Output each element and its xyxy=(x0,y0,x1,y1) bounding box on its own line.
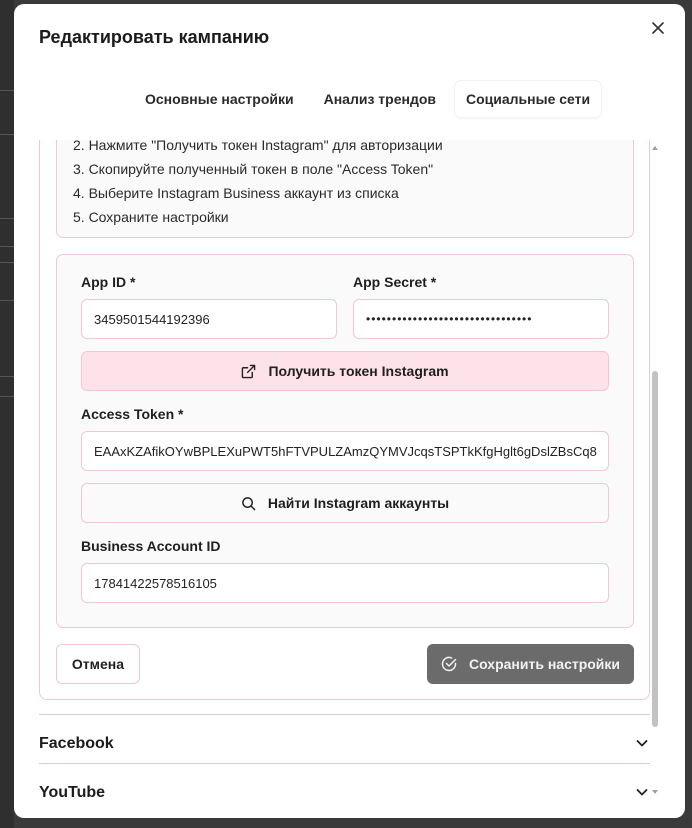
dialog-title: Редактировать кампанию xyxy=(39,27,270,47)
youtube-section-title: YouTube xyxy=(39,784,106,801)
find-instagram-accounts-button[interactable]: Найти Instagram аккаунты xyxy=(81,483,609,523)
business-account-id-label: Business Account ID xyxy=(81,538,221,554)
chevron-down-icon xyxy=(636,789,648,796)
scroll-down-arrow-icon[interactable] xyxy=(651,788,659,796)
instructions-box: 2. Нажмите "Получить токен Instagram" дл… xyxy=(56,140,634,238)
business-account-id-field[interactable]: 17841422578516105 xyxy=(81,563,609,603)
backdrop xyxy=(0,0,14,828)
credentials-form: App ID * 3459501544192396 App Secret * •… xyxy=(56,254,634,628)
save-label: Сохранить настройки xyxy=(468,656,621,672)
tab-social-networks[interactable]: Социальные сети xyxy=(455,81,602,117)
tab-bar: Основные настройки Анализ трендов Социал… xyxy=(134,81,602,117)
save-settings-button[interactable]: Сохранить настройки xyxy=(427,644,634,684)
search-icon xyxy=(241,496,256,510)
app-id-field[interactable]: 3459501544192396 xyxy=(81,299,337,339)
close-icon xyxy=(652,22,664,34)
instruction-step-3: 3. Скопируйте полученный токен в поле "A… xyxy=(73,161,434,177)
app-secret-field[interactable]: •••••••••••••••••••••••••••••••• xyxy=(353,299,609,339)
instruction-step-5: 5. Сохраните настройки xyxy=(73,209,229,225)
dialog-scroll-content[interactable]: 2. Нажмите "Получить токен Instagram" дл… xyxy=(14,140,685,810)
edit-campaign-dialog: Редактировать кампанию Основные настройк… xyxy=(14,4,685,818)
check-circle-icon xyxy=(441,656,457,672)
scroll-up-arrow-icon[interactable] xyxy=(651,144,659,152)
instruction-step-4: 4. Выберите Instagram Business аккаунт и… xyxy=(73,185,399,201)
youtube-accordion[interactable]: YouTube xyxy=(39,763,650,810)
get-token-label: Получить токен Instagram xyxy=(268,363,449,379)
cancel-button[interactable]: Отмена xyxy=(56,644,140,684)
instruction-step-2: 2. Нажмите "Получить токен Instagram" дл… xyxy=(73,140,443,153)
chevron-down-icon xyxy=(636,740,648,747)
facebook-accordion[interactable]: Facebook xyxy=(39,714,650,764)
find-accounts-label: Найти Instagram аккаунты xyxy=(267,495,450,511)
scrollbar-thumb[interactable] xyxy=(652,371,658,727)
access-token-field[interactable]: EAAxKZAfikOYwBPLEXuPWT5hFTVPULZAmzQYMVJc… xyxy=(81,431,609,471)
tab-general-settings[interactable]: Основные настройки xyxy=(134,81,305,117)
app-secret-label: App Secret * xyxy=(353,274,437,290)
close-button[interactable] xyxy=(647,17,669,39)
facebook-section-title: Facebook xyxy=(39,735,114,752)
access-token-label: Access Token * xyxy=(81,406,184,422)
vertical-scrollbar[interactable] xyxy=(651,144,659,796)
tab-trend-analysis[interactable]: Анализ трендов xyxy=(313,81,447,117)
get-instagram-token-button[interactable]: Получить токен Instagram xyxy=(81,351,609,391)
external-link-icon xyxy=(242,364,256,378)
app-id-label: App ID * xyxy=(81,274,136,290)
